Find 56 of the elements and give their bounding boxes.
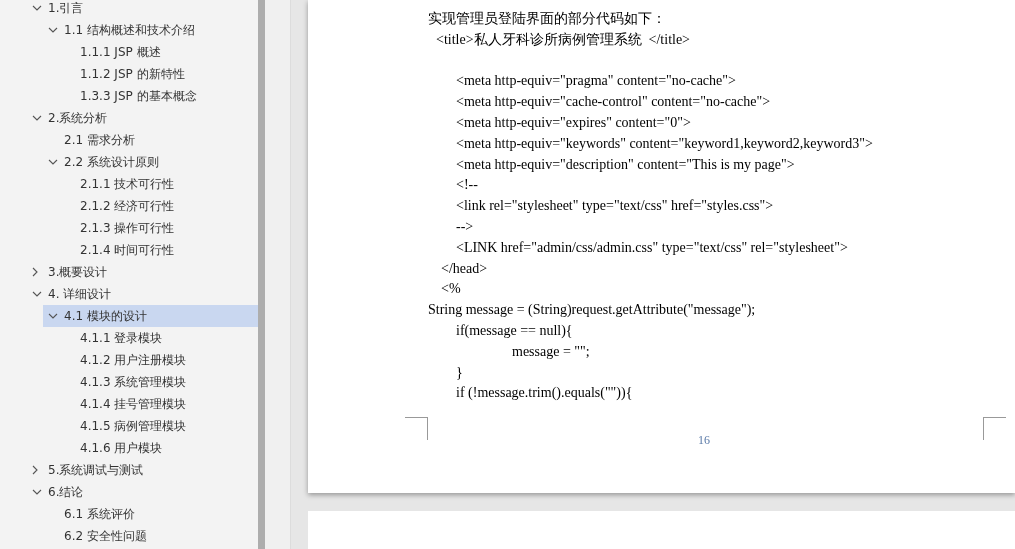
code-line: <meta http-equiv="pragma" content="no-cache"> [456, 72, 736, 91]
code-line: <% [441, 280, 461, 299]
outline-item[interactable]: 6.结论 [27, 481, 258, 503]
outline-item[interactable]: 3.概要设计 [27, 261, 258, 283]
outline-item[interactable]: 6.1 系统评价 [43, 503, 258, 525]
crop-mark [405, 417, 428, 440]
chevron-right-icon[interactable] [32, 465, 38, 475]
chevron-down-icon[interactable] [32, 489, 42, 495]
outline-item[interactable]: 2.1.3 操作可行性 [59, 217, 258, 239]
outline-item[interactable]: 1.1.2 JSP 的新特性 [59, 63, 258, 85]
outline-item[interactable]: 4. 详细设计 [27, 283, 258, 305]
code-line: </head> [441, 259, 488, 278]
outline-item[interactable]: 5.系统调试与测试 [27, 459, 258, 481]
code-line: <!-- [456, 176, 478, 195]
outline-item[interactable]: 2.2 系统设计原则 [43, 151, 258, 173]
code-line: } [456, 363, 463, 382]
outline-item[interactable]: 2.1.4 时间可行性 [59, 239, 258, 261]
outline-item[interactable]: 4.1.1 登录模块 [59, 327, 258, 349]
code-line: <link rel="stylesheet" type="text/css" href="styles.css"> [456, 197, 774, 216]
code-line: if (!message.trim().equals("")){ [456, 384, 633, 403]
code-line: <LINK href="admin/css/admin.css" type="text/css" rel="stylesheet"> [456, 238, 848, 257]
chevron-down-icon[interactable] [32, 291, 42, 297]
outline-item[interactable]: 2.系统分析 [27, 107, 258, 129]
outline-item[interactable]: 1.3.3 JSP 的基本概念 [59, 85, 258, 107]
outline-item[interactable]: 2.1.1 技术可行性 [59, 173, 258, 195]
outline-item[interactable]: 6.2 安全性问题 [43, 525, 258, 547]
scrollbar[interactable] [258, 0, 265, 549]
code-line: --> [456, 217, 474, 236]
outline-item[interactable]: 4.1.2 用户注册模块 [59, 349, 258, 371]
code-line: <meta http-equiv="expires" content="0"> [456, 114, 691, 132]
chevron-down-icon[interactable] [48, 313, 58, 319]
outline-item[interactable]: 4.1.5 病例管理模块 [59, 415, 258, 437]
chevron-down-icon[interactable] [48, 27, 58, 33]
code-line: <meta http-equiv="description" content="This is my page"> [456, 155, 795, 174]
code-line: if(message == null){ [456, 321, 573, 340]
outline-item[interactable]: 4.1 模块的设计 [43, 305, 258, 327]
chevron-down-icon[interactable] [48, 159, 58, 165]
outline-item[interactable]: 2.1.2 经济可行性 [59, 195, 258, 217]
outline-item[interactable]: 4.1.3 系统管理模块 [59, 371, 258, 393]
chevron-right-icon[interactable] [32, 267, 38, 277]
code-line: <meta http-equiv="keywords" content="keyword1,keyword2,keyword3"> [456, 134, 873, 153]
code-line: message = ""; [512, 342, 590, 361]
outline-item[interactable]: 1.1 结构概述和技术介绍 [43, 19, 258, 41]
outline-item[interactable]: 1.1.1 JSP 概述 [59, 41, 258, 63]
outline-item[interactable]: 2.1 需求分析 [43, 129, 258, 151]
chevron-down-icon[interactable] [32, 115, 42, 121]
code-line: <meta http-equiv="cache-control" content="no-cache"> [456, 93, 771, 112]
outline-item[interactable]: 1.引言 [27, 0, 258, 19]
outline-item[interactable]: 4.1.6 用户模块 [59, 437, 258, 459]
text-line: 实现管理员登陆界面的部分代码如下： [428, 10, 666, 28]
code-line: <title>私人牙科诊所病例管理系统 </title> [436, 30, 691, 49]
page-number: 16 [698, 433, 710, 448]
outline-item[interactable]: 4.1.4 挂号管理模块 [59, 393, 258, 415]
chevron-down-icon[interactable] [32, 5, 42, 11]
crop-mark [983, 417, 1006, 440]
text-line: String message = (String)request.getAttribute("message"); [428, 301, 756, 320]
